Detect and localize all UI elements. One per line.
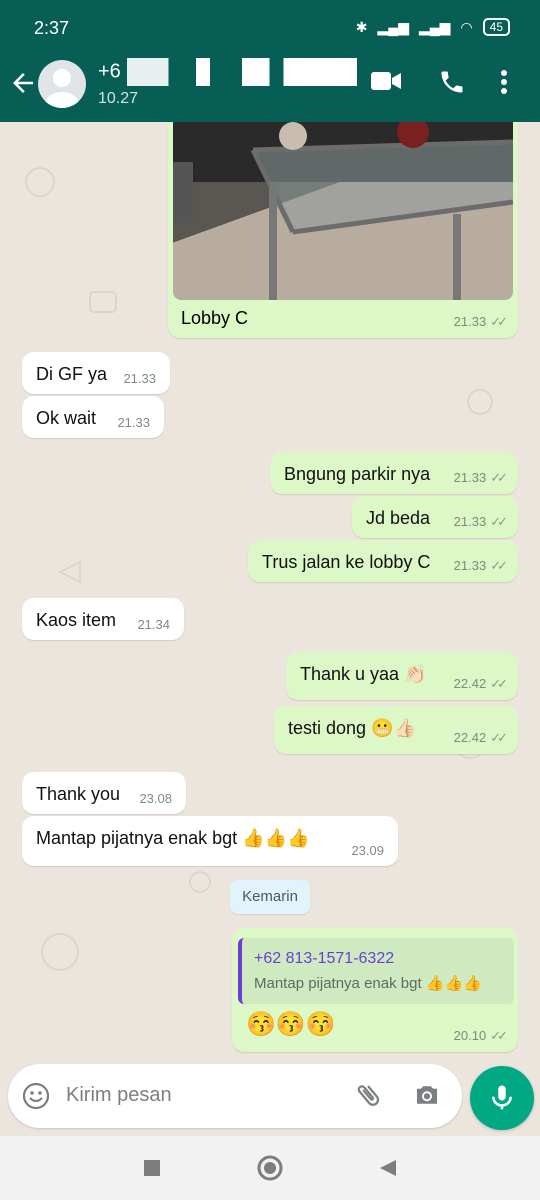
- message-time: 23.09: [351, 843, 384, 858]
- date-divider: Kemarin: [230, 880, 310, 914]
- read-ticks-icon: ✓✓: [490, 676, 508, 691]
- quoted-sender: +62 813-1571-6322: [254, 950, 395, 967]
- message-incoming[interactable]: Di GF ya 21.33: [22, 352, 170, 394]
- read-ticks-icon: ✓✓: [490, 1028, 508, 1043]
- message-time: 21.33 ✓✓: [453, 314, 508, 329]
- contact-name-text: +6: [98, 60, 121, 83]
- message-time: 21.33: [123, 371, 156, 386]
- recents-icon[interactable]: [142, 1158, 162, 1178]
- message-time: 20.10 ✓✓: [453, 1028, 508, 1043]
- signal-icon-2: ▂▄▆: [418, 18, 451, 35]
- read-ticks-icon: ✓✓: [490, 314, 508, 329]
- read-ticks-icon: ✓✓: [490, 558, 508, 573]
- message-text: Ok wait: [36, 408, 97, 428]
- read-ticks-icon: ✓✓: [490, 514, 508, 529]
- message-text: Kaos item: [36, 610, 117, 630]
- contact-name[interactable]: +6: [98, 58, 357, 86]
- mic-button[interactable]: [470, 1066, 534, 1130]
- phone-icon[interactable]: [438, 68, 466, 96]
- photo-message[interactable]: Lobby C 21.33 ✓✓: [168, 122, 518, 338]
- photo-caption: Lobby C: [181, 308, 249, 328]
- back-nav-icon[interactable]: [378, 1158, 398, 1178]
- message-time: 21.33 ✓✓: [453, 558, 508, 573]
- avatar[interactable]: [38, 60, 86, 108]
- message-text: Di GF ya: [36, 364, 108, 384]
- redaction-block: [126, 58, 357, 86]
- message-incoming[interactable]: Mantap pijatnya enak bgt 👍👍👍 23.09: [22, 816, 398, 866]
- message-incoming[interactable]: Thank you 23.08: [22, 772, 186, 814]
- message-time: 23.08: [139, 791, 172, 806]
- bluetooth-icon: ✱: [355, 18, 368, 35]
- chat-area[interactable]: Lobby C 21.33 ✓✓ Di GF ya 21.33 Ok wait 2…: [0, 122, 540, 1052]
- message-incoming[interactable]: Ok wait 21.33: [22, 396, 164, 438]
- quoted-text: Mantap pijatnya enak bgt 👍👍👍: [254, 975, 482, 992]
- message-outgoing[interactable]: Jd beda 21.33 ✓✓: [352, 496, 518, 538]
- message-incoming[interactable]: Kaos item 21.34: [22, 598, 184, 640]
- home-icon[interactable]: [257, 1155, 283, 1181]
- camera-icon[interactable]: [412, 1080, 442, 1110]
- emoji-icon[interactable]: [22, 1082, 50, 1110]
- message-time: 21.33 ✓✓: [453, 470, 508, 485]
- message-input-bar[interactable]: Kirim pesan: [8, 1064, 462, 1128]
- chat-header: 2:37 ✱ ▂▄▆ ▂▄▆ ◠ 45 +6 10.27: [0, 0, 540, 122]
- message-outgoing[interactable]: testi dong 😬👍🏻 22.42 ✓✓: [274, 706, 518, 754]
- status-icons: ✱ ▂▄▆ ▂▄▆ ◠ 45: [356, 18, 510, 36]
- message-time: 21.34: [137, 617, 170, 632]
- message-outgoing[interactable]: Trus jalan ke lobby C 21.33 ✓✓: [248, 540, 518, 582]
- battery-level: 45: [482, 18, 510, 36]
- message-time: 22.42 ✓✓: [453, 676, 508, 691]
- read-ticks-icon: ✓✓: [490, 470, 508, 485]
- signal-icon: ▂▄▆: [377, 18, 409, 35]
- photo-image[interactable]: [173, 122, 513, 300]
- message-text: Bngung parkir nya: [284, 464, 431, 484]
- read-ticks-icon: ✓✓: [490, 730, 508, 745]
- wifi-icon: ◠: [460, 18, 473, 35]
- message-time: 21.33 ✓✓: [453, 514, 508, 529]
- video-call-icon[interactable]: [370, 68, 402, 94]
- message-text: Thank u yaa 👏🏻: [300, 664, 427, 684]
- message-text: Mantap pijatnya enak bgt 👍👍👍: [36, 828, 310, 848]
- mic-icon: [492, 1085, 512, 1110]
- message-text: Jd beda: [366, 508, 431, 528]
- back-arrow-icon[interactable]: [8, 68, 38, 98]
- system-nav-bar: [0, 1136, 540, 1200]
- attach-icon[interactable]: [354, 1080, 384, 1110]
- message-outgoing[interactable]: Thank u yaa 👏🏻 22.42 ✓✓: [286, 652, 518, 700]
- message-input[interactable]: Kirim pesan: [66, 1084, 172, 1107]
- message-time: 21.33: [117, 415, 150, 430]
- reply-message[interactable]: +62 813-1571-6322 Mantap pijatnya enak b…: [232, 928, 518, 1052]
- quoted-message[interactable]: +62 813-1571-6322 Mantap pijatnya enak b…: [238, 938, 514, 1004]
- message-text: Thank you: [36, 784, 121, 804]
- status-bar: 2:37 ✱ ▂▄▆ ▂▄▆ ◠ 45: [0, 0, 540, 56]
- contact-status: 10.27: [98, 90, 139, 107]
- status-time: 2:37: [34, 18, 70, 38]
- more-icon[interactable]: [500, 68, 508, 96]
- message-time: 22.42 ✓✓: [453, 730, 508, 745]
- message-outgoing[interactable]: Bngung parkir nya 21.33 ✓✓: [270, 452, 518, 494]
- message-text: 😚😚😚: [246, 1011, 336, 1038]
- message-text: testi dong 😬👍🏻: [288, 718, 416, 738]
- message-text: Trus jalan ke lobby C: [262, 552, 431, 572]
